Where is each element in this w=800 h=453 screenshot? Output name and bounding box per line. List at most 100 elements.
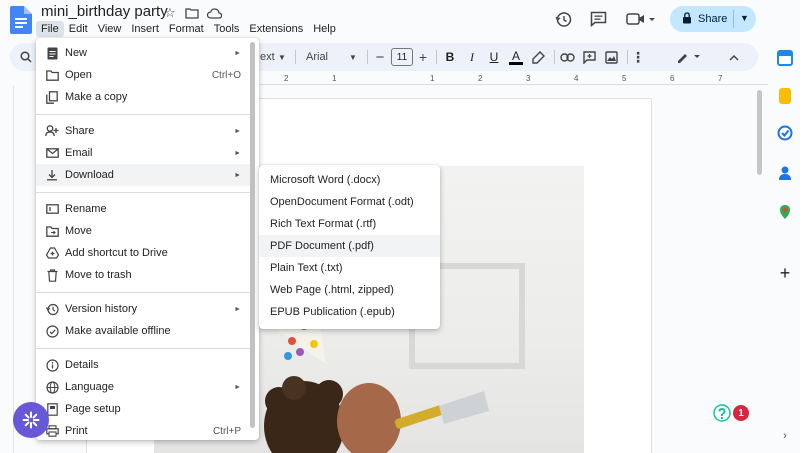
vertical-ruler xyxy=(0,86,14,453)
share-person-icon xyxy=(45,124,59,138)
menu-item-open[interactable]: Open Ctrl+O xyxy=(36,64,251,86)
menu-file[interactable]: File xyxy=(36,21,64,37)
tasks-icon[interactable] xyxy=(777,125,793,141)
text-color-icon[interactable]: A xyxy=(508,43,524,71)
menu-item-print[interactable]: Print Ctrl+P xyxy=(36,420,251,442)
show-side-panel-icon[interactable]: › xyxy=(777,428,793,444)
italic-icon[interactable]: I xyxy=(464,43,480,71)
download-icon xyxy=(45,168,59,182)
menu-item-rename[interactable]: Rename xyxy=(36,198,251,220)
insert-image-icon[interactable] xyxy=(603,43,619,71)
decrease-font-size-icon[interactable]: − xyxy=(373,43,387,71)
menu-help[interactable]: Help xyxy=(308,21,341,37)
menu-item-details[interactable]: Details xyxy=(36,354,251,376)
menu-extensions[interactable]: Extensions xyxy=(244,21,308,37)
font-dropdown-arrow-icon[interactable]: ▼ xyxy=(348,43,358,71)
download-docx[interactable]: Microsoft Word (.docx) xyxy=(259,169,440,191)
history-icon xyxy=(45,302,59,316)
menu-item-version-history[interactable]: Version history ► xyxy=(36,298,251,320)
docs-logo-icon[interactable] xyxy=(10,6,32,34)
download-submenu: Microsoft Word (.docx) OpenDocument Form… xyxy=(259,165,440,329)
side-panel: + › xyxy=(770,40,800,453)
menu-format[interactable]: Format xyxy=(164,21,209,37)
bold-icon[interactable]: B xyxy=(442,43,458,71)
menu-view[interactable]: View xyxy=(93,21,127,37)
menu-item-page-setup[interactable]: Page setup xyxy=(36,398,251,420)
submenu-arrow-icon: ► xyxy=(234,383,241,391)
info-icon xyxy=(45,358,59,372)
menu-item-language[interactable]: Language ► xyxy=(36,376,251,398)
contacts-icon[interactable] xyxy=(777,165,793,181)
menu-item-add-shortcut[interactable]: Add shortcut to Drive xyxy=(36,242,251,264)
version-history-icon[interactable] xyxy=(553,6,573,32)
menu-item-make-a-copy[interactable]: Make a copy xyxy=(36,86,251,108)
download-txt[interactable]: Plain Text (.txt) xyxy=(259,257,440,279)
menu-item-download[interactable]: Download ► xyxy=(36,164,251,186)
calendar-icon[interactable] xyxy=(777,50,793,66)
star-icon[interactable]: ☆ xyxy=(162,5,178,21)
underline-icon[interactable]: U xyxy=(486,43,502,71)
sparkle-icon xyxy=(22,411,40,429)
cloud-status-icon[interactable] xyxy=(206,5,222,21)
font-size-input[interactable]: 11 xyxy=(391,48,413,66)
submenu-arrow-icon: ► xyxy=(234,171,241,179)
download-pdf[interactable]: PDF Document (.pdf) xyxy=(259,235,440,257)
download-rtf[interactable]: Rich Text Format (.rtf) xyxy=(259,213,440,235)
menu-item-move-to-trash[interactable]: Move to trash xyxy=(36,264,251,286)
download-odt[interactable]: OpenDocument Format (.odt) xyxy=(259,191,440,213)
style-dropdown-arrow-icon[interactable]: ▼ xyxy=(277,43,287,71)
get-add-ons-icon[interactable]: + xyxy=(777,263,793,283)
menu-item-share[interactable]: Share ► xyxy=(36,120,251,142)
rename-icon xyxy=(45,202,59,216)
horizontal-ruler: 2 1 1 2 3 4 5 6 7 xyxy=(260,74,768,86)
folder-icon xyxy=(45,68,59,82)
font-dropdown[interactable]: Arial xyxy=(306,43,346,71)
globe-icon xyxy=(45,380,59,394)
comments-icon[interactable] xyxy=(588,6,608,32)
new-doc-icon xyxy=(45,46,59,60)
assistant-fab[interactable] xyxy=(13,402,49,438)
add-comment-icon[interactable] xyxy=(581,43,597,71)
notification-badge: 1 xyxy=(733,405,749,421)
title-bar: mini_birthday party ☆ File Edit View Ins… xyxy=(0,0,770,40)
share-label: Share xyxy=(698,13,728,25)
menu-item-email[interactable]: Email ► xyxy=(36,142,251,164)
submenu-arrow-icon: ► xyxy=(234,149,241,157)
move-folder-icon[interactable] xyxy=(184,5,200,21)
maps-icon[interactable] xyxy=(777,204,793,220)
submenu-arrow-icon: ► xyxy=(234,49,241,57)
submenu-arrow-icon: ► xyxy=(234,305,241,313)
meet-icon[interactable] xyxy=(624,6,658,32)
insert-link-icon[interactable] xyxy=(559,43,575,71)
drive-shortcut-icon xyxy=(45,246,59,260)
menu-tools[interactable]: Tools xyxy=(209,21,245,37)
highlight-color-icon[interactable] xyxy=(530,43,546,71)
menu-item-make-available-offline[interactable]: Make available offline xyxy=(36,320,251,342)
share-dropdown-icon[interactable]: ▼ xyxy=(740,13,749,23)
more-options-icon[interactable]: ⋮ xyxy=(631,43,645,71)
increase-font-size-icon[interactable]: + xyxy=(416,43,430,71)
menu-insert[interactable]: Insert xyxy=(126,21,164,37)
menu-item-new[interactable]: New ► xyxy=(36,42,251,64)
grammar-check-icon[interactable] xyxy=(713,404,731,427)
menu-bar: File Edit View Insert Format Tools Exten… xyxy=(36,21,341,37)
lock-icon xyxy=(682,11,692,27)
submenu-arrow-icon: ► xyxy=(234,127,241,135)
document-scrollbar[interactable] xyxy=(757,90,762,175)
download-html-zipped[interactable]: Web Page (.html, zipped) xyxy=(259,279,440,301)
search-menus-icon[interactable] xyxy=(18,43,34,71)
menu-edit[interactable]: Edit xyxy=(64,21,93,37)
trash-icon xyxy=(45,268,59,282)
menu-item-move[interactable]: Move xyxy=(36,220,251,242)
file-menu-scrollbar[interactable] xyxy=(250,42,255,428)
keep-icon[interactable] xyxy=(779,88,791,104)
offline-icon xyxy=(45,324,59,338)
share-button[interactable]: Share ▼ xyxy=(670,6,756,32)
download-epub[interactable]: EPUB Publication (.epub) xyxy=(259,301,440,323)
email-icon xyxy=(45,146,59,160)
move-icon xyxy=(45,224,59,238)
collapse-toolbar-icon[interactable] xyxy=(726,43,742,71)
copy-icon xyxy=(45,90,59,104)
editing-mode-icon[interactable] xyxy=(674,43,704,71)
document-title[interactable]: mini_birthday party xyxy=(41,3,168,20)
